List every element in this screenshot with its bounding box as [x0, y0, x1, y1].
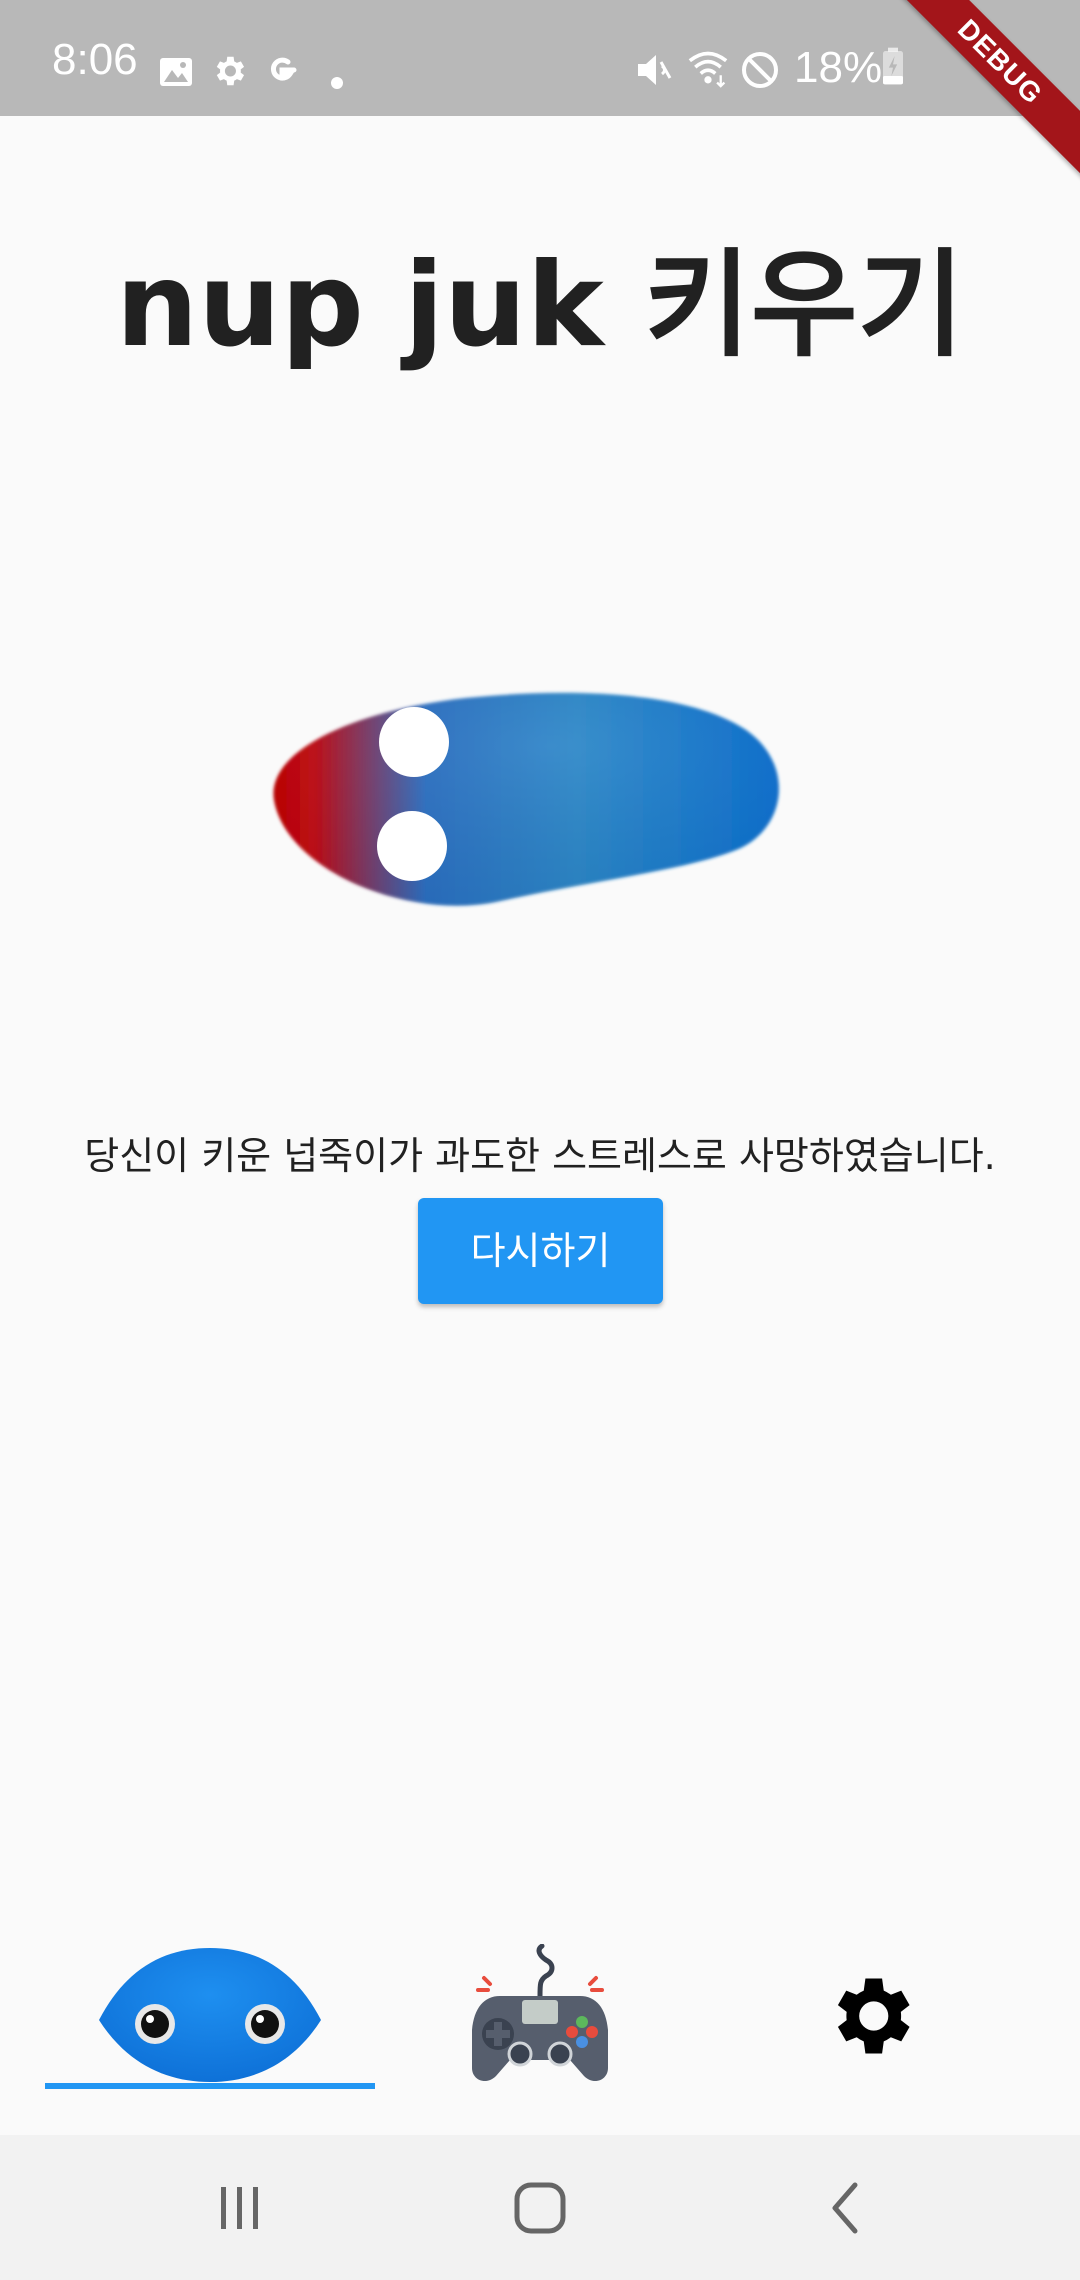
battery-percent: 18%: [794, 43, 883, 92]
status-time: 8:06: [52, 35, 138, 84]
page-title: nup juk 키우기: [115, 238, 965, 373]
creature-eye-top: [379, 707, 449, 777]
home-button[interactable]: [460, 2135, 620, 2280]
battery-icon: [883, 47, 903, 85]
wifi-icon: [688, 51, 728, 88]
dot-icon: [331, 77, 343, 89]
home-icon: [514, 2182, 566, 2233]
mute-icon: [638, 55, 672, 85]
tab-settings[interactable]: [740, 1920, 1000, 2090]
back-button[interactable]: [765, 2135, 925, 2280]
gamepad-icon: [472, 1944, 608, 2082]
image-icon: [160, 58, 192, 86]
back-icon: [832, 2182, 858, 2233]
gear-icon: [837, 1978, 910, 2054]
bottom-tab-bar: [0, 1920, 1080, 2090]
tab-game[interactable]: [400, 1920, 680, 2090]
selected-tab-indicator: [45, 2083, 375, 2089]
status-bar: 8:06 18%: [0, 0, 1080, 116]
do-not-disturb-icon: [742, 52, 778, 88]
retry-button[interactable]: 다시하기: [418, 1198, 663, 1304]
system-nav-bar: [0, 2135, 1080, 2280]
recent-apps-icon: [221, 2186, 258, 2229]
nupjuk-face-icon: [99, 1948, 321, 2082]
nupjuk-creature: [273, 692, 779, 906]
gear-icon: [216, 56, 245, 86]
recent-apps-button[interactable]: [160, 2135, 320, 2280]
google-icon: [271, 57, 297, 81]
creature-eye-bottom: [377, 811, 447, 881]
tab-nupjuk[interactable]: [45, 1920, 375, 2090]
death-message: 당신이 키운 넙죽이가 과도한 스트레스로 사망하였습니다.: [84, 1134, 996, 1178]
app-screen: 8:06 18% DEBUG nup juk 키우기 당신이 키운 넙죽이가 과…: [0, 0, 1080, 2280]
